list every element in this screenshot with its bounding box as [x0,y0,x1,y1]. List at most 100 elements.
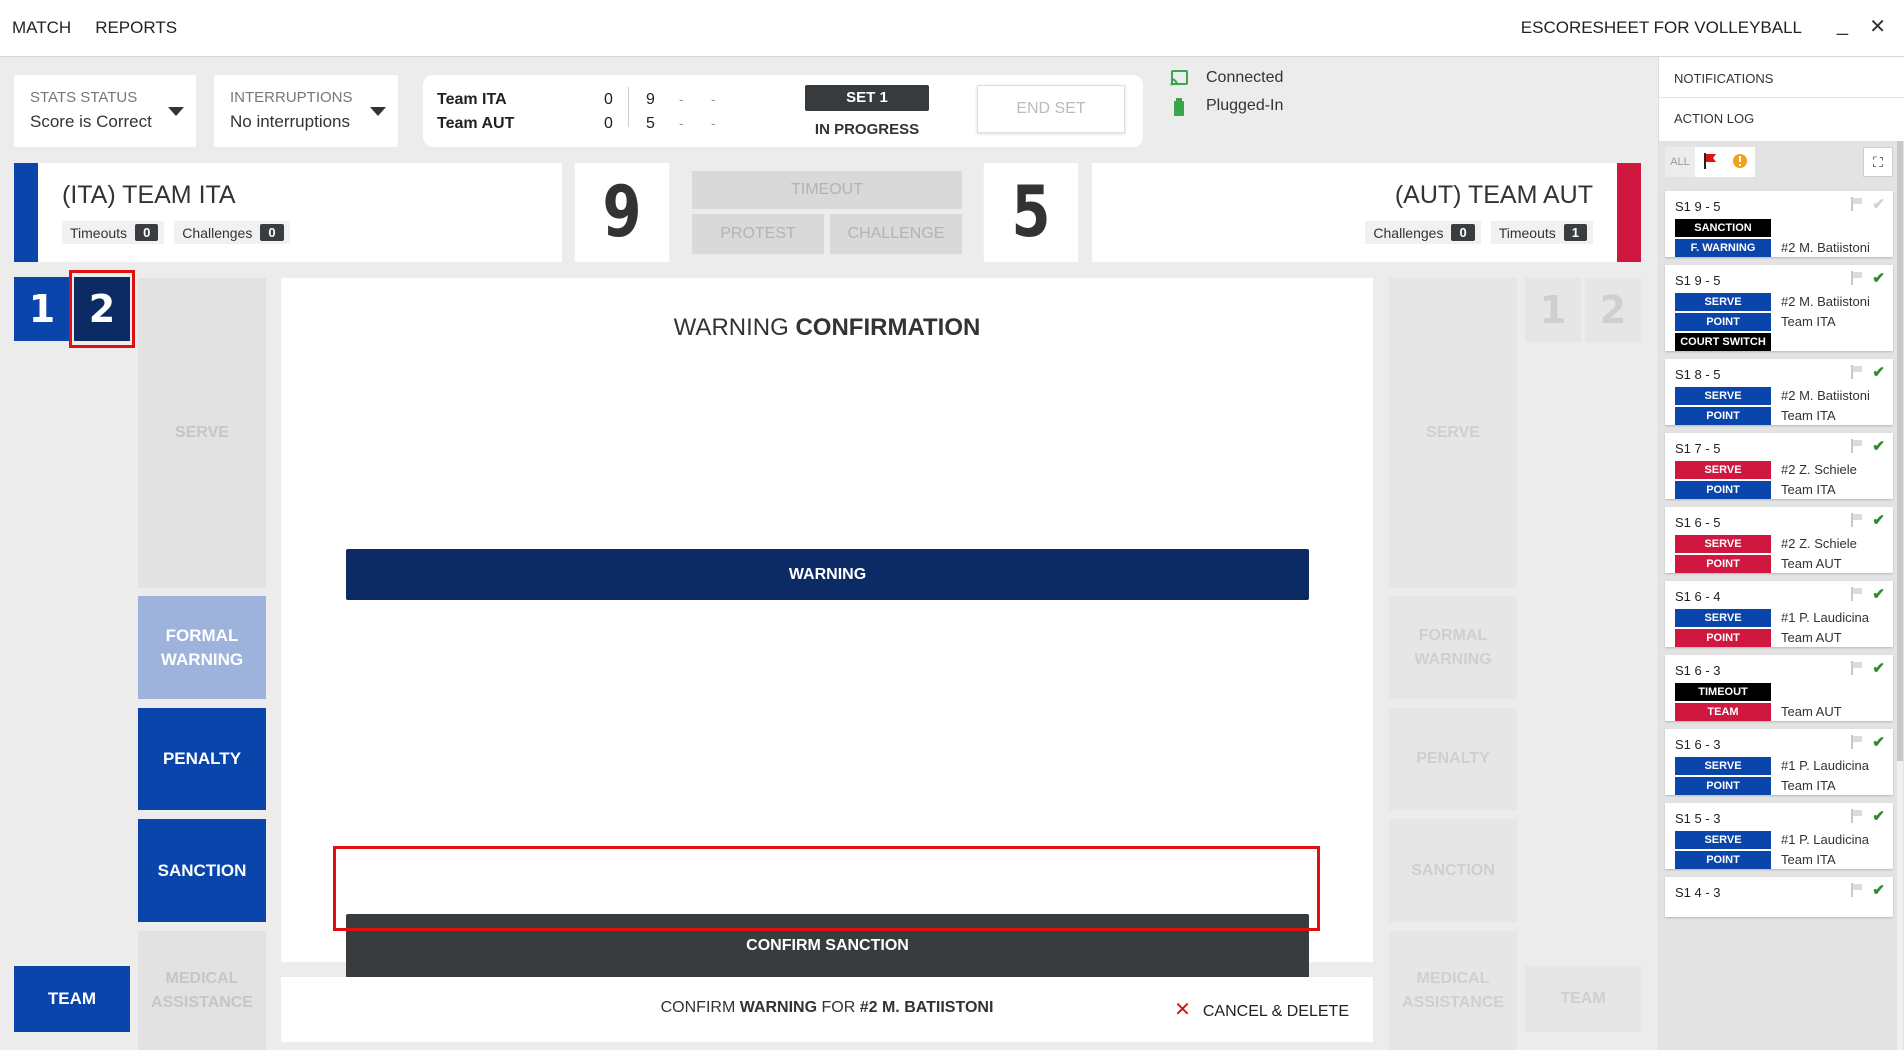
filter-all[interactable]: ALL [1665,147,1695,177]
check-icon: ✔ [1872,808,1885,825]
menu-match[interactable]: MATCH [12,18,71,38]
log-entry[interactable]: S1 9 - 5 ✔ SERVE #2 M. Batiistoni POINT Team … [1665,265,1893,351]
flag-icon [1703,152,1717,172]
log-tag: F. WARNING [1675,239,1771,257]
log-tag: SERVE [1675,461,1771,479]
chevron-down-icon [370,107,386,116]
chevron-down-icon [168,107,184,116]
set2-dash: - [679,91,684,107]
team2-points: 5 [646,115,655,132]
flag-icon[interactable] [1851,883,1865,897]
flag-icon[interactable] [1851,661,1865,675]
menu-reports[interactable]: REPORTS [95,18,177,38]
check-icon: ✔ [1872,512,1885,529]
team-button[interactable]: TEAM [14,966,130,1032]
log-detail: #1 P. Laudicina [1781,758,1869,773]
away-set-1-button[interactable]: 1 [1525,278,1581,342]
log-detail: Team ITA [1781,482,1836,497]
formal-warning-button[interactable]: FORMAL WARNING [138,596,266,699]
right-panel: NOTIFICATIONS ACTION LOG ALL ⛶ S1 9 - 5 ✔… [1658,57,1904,1050]
away-serve-button[interactable]: SERVE [1389,278,1517,588]
log-tag: SANCTION [1675,219,1771,237]
serve-button[interactable]: SERVE [138,278,266,588]
action-log-tab[interactable]: ACTION LOG [1674,111,1754,126]
check-icon: ✔ [1872,364,1885,381]
log-entry[interactable]: S1 7 - 5 ✔ SERVE #2 Z. Schiele POINT Team ITA [1665,433,1893,499]
check-icon: ✔ [1872,196,1885,213]
challenges-count: 0 [260,224,284,241]
flag-filter[interactable] [1695,147,1725,177]
flag-icon[interactable] [1851,809,1865,823]
home-team-color [14,163,38,262]
away-penalty-button[interactable]: PENALTY [1389,708,1517,810]
log-entry[interactable]: S1 8 - 5 ✔ SERVE #2 M. Batiistoni POINT Team … [1665,359,1893,425]
check-icon: ✔ [1872,270,1885,287]
protest-button[interactable]: PROTEST [692,214,824,254]
log-entry[interactable]: S1 6 - 3 ✔ TIMEOUT TEAM Team AUT [1665,655,1893,721]
away-team-button[interactable]: TEAM [1525,966,1641,1032]
challenge-button[interactable]: CHALLENGE [830,214,962,254]
cancel-delete-button[interactable]: ✕ CANCEL & DELETE [1174,997,1349,1022]
log-entry-score: S1 9 - 5 [1675,273,1721,288]
away-medical-assistance-button[interactable]: MEDICAL ASSISTANCE [1389,931,1517,1050]
flag-icon[interactable] [1851,513,1865,527]
log-entry-score: S1 6 - 3 [1675,663,1721,678]
away-score: 5 [983,163,1079,262]
main-area: STATS STATUS Score is Correct INTERRUPTI… [0,57,1658,1050]
warning-filter[interactable] [1725,147,1755,177]
end-set-button[interactable]: END SET [977,85,1125,133]
cast-icon [1170,69,1188,86]
flag-icon[interactable] [1851,365,1865,379]
log-entry-score: S1 7 - 5 [1675,441,1721,456]
log-tag: POINT [1675,555,1771,573]
msg-for: FOR [821,999,856,1016]
msg-player: #2 M. BATIISTONI [859,999,994,1016]
challenges-label: Challenges [1373,224,1444,241]
log-scrollbar[interactable] [1897,141,1903,1050]
log-entry[interactable]: S1 6 - 5 ✔ SERVE #2 Z. Schiele POINT Team AUT [1665,507,1893,573]
flag-icon[interactable] [1851,271,1865,285]
log-tag: SERVE [1675,387,1771,405]
flag-icon[interactable] [1851,439,1865,453]
timeout-button[interactable]: TIMEOUT [692,171,962,209]
home-challenges: Challenges 0 [174,221,290,244]
away-formal-warning-button[interactable]: FORMAL WARNING [1389,596,1517,699]
warning-option[interactable]: WARNING [346,549,1309,600]
plugged-label: Plugged-In [1206,97,1284,114]
team1-points: 9 [646,91,655,108]
divider [1659,97,1904,98]
sanction-button[interactable]: SANCTION [138,819,266,922]
close-button[interactable]: ✕ [1869,14,1886,39]
scrollbar-thumb[interactable] [1897,141,1903,761]
close-icon: ✕ [1174,999,1191,1021]
timeouts-count: 0 [135,224,159,241]
log-tag: SERVE [1675,831,1771,849]
flag-icon[interactable] [1851,587,1865,601]
log-entry[interactable]: S1 6 - 3 ✔ SERVE #1 P. Laudicina POINT Team I… [1665,729,1893,795]
log-entry-score: S1 5 - 3 [1675,811,1721,826]
connection-status: Connected [1170,69,1283,87]
log-entry[interactable]: S1 6 - 4 ✔ SERVE #1 P. Laudicina POINT Team A… [1665,581,1893,647]
log-entry[interactable]: S1 9 - 5 ✔ SANCTION F. WARNING #2 M. Batiist… [1665,191,1893,257]
away-sanction-button[interactable]: SANCTION [1389,819,1517,922]
away-set-2-button[interactable]: 2 [1585,278,1641,342]
interruptions-label: INTERRUPTIONS [230,89,353,106]
notifications-tab[interactable]: NOTIFICATIONS [1674,71,1773,86]
penalty-button[interactable]: PENALTY [138,708,266,810]
minimize-button[interactable]: _ [1837,14,1848,37]
log-entry[interactable]: S1 5 - 3 ✔ SERVE #1 P. Laudicina POINT Team I… [1665,803,1893,869]
flag-icon[interactable] [1851,197,1865,211]
highlight-box [333,846,1320,931]
flag-icon[interactable] [1851,735,1865,749]
away-team-name: (AUT) TEAM AUT [1394,181,1593,209]
log-tag: POINT [1675,313,1771,331]
set-1-button[interactable]: 1 [14,277,70,341]
expand-icon[interactable]: ⛶ [1863,147,1893,177]
interruptions-dropdown[interactable]: INTERRUPTIONS No interruptions [214,75,398,147]
battery-icon [1170,97,1188,116]
medical-assistance-button[interactable]: MEDICAL ASSISTANCE [138,931,266,1050]
set3-dash: - [711,91,716,107]
log-tag: TIMEOUT [1675,683,1771,701]
log-entry[interactable]: S1 4 - 3 ✔ [1665,877,1893,917]
stats-status-dropdown[interactable]: STATS STATUS Score is Correct [14,75,196,147]
